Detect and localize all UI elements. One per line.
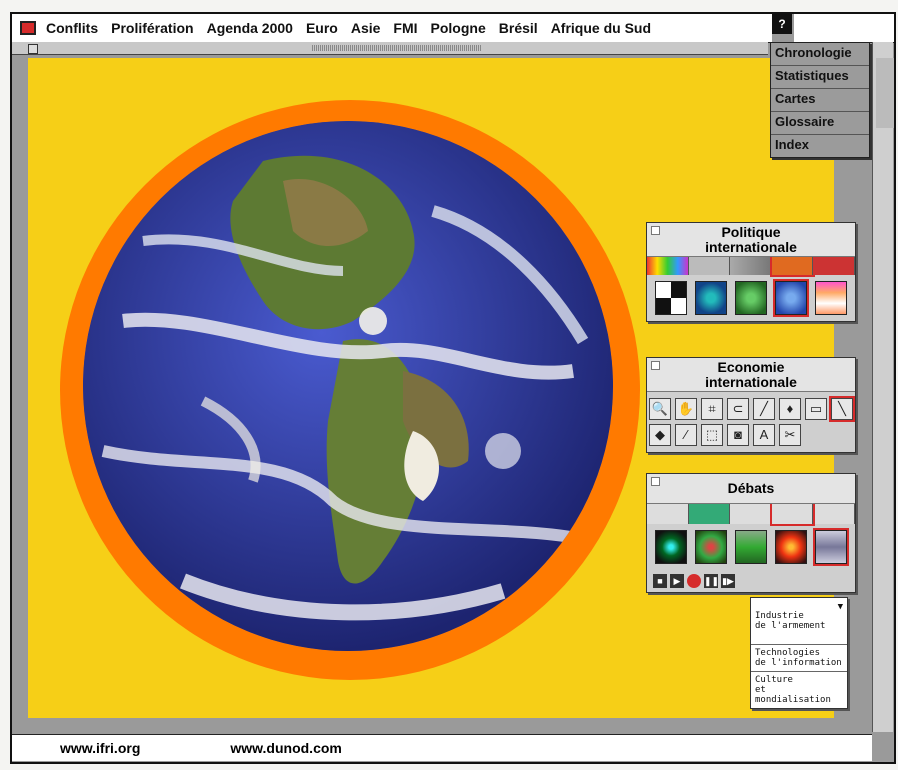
chevron-down-icon[interactable]: ▼ xyxy=(838,602,843,612)
menu-bar-extension xyxy=(794,14,894,43)
palette-close-icon[interactable] xyxy=(651,361,660,370)
menu-asie[interactable]: Asie xyxy=(351,20,381,36)
playback-controls: ■ ▶ ❚❚ ▮▶ xyxy=(647,570,855,592)
palette-title-bar[interactable]: Politique internationale xyxy=(647,223,855,257)
scissors-icon[interactable]: ✂ xyxy=(779,424,801,446)
link-dunod[interactable]: www.dunod.com xyxy=(230,740,341,756)
menu-euro[interactable]: Euro xyxy=(306,20,338,36)
stop-icon[interactable]: ■ xyxy=(653,574,667,588)
close-box-icon[interactable] xyxy=(28,44,38,54)
title-bar-grip xyxy=(312,45,482,51)
menu-afrique-du-sud[interactable]: Afrique du Sud xyxy=(551,20,651,36)
popup-item-label: Industrie de l'armement xyxy=(755,611,826,631)
image-thumb-document[interactable] xyxy=(813,528,849,566)
palette-title-line2: internationale xyxy=(705,374,797,390)
palette-title-line1: Economie xyxy=(717,359,785,375)
tab-texture-red[interactable] xyxy=(813,257,855,275)
image-thumb-flowers[interactable] xyxy=(695,530,727,564)
menu-item-statistiques[interactable]: Statistiques xyxy=(771,66,869,89)
swatch-peach[interactable] xyxy=(815,281,847,315)
menu-item-index[interactable]: Index xyxy=(771,135,869,157)
palette-economie-internationale: Economie internationale 🔍 ✋ ⌗ ⊂ ╱ ♦ ▭ ╲ … xyxy=(646,357,856,453)
bucket-icon[interactable]: ◆ xyxy=(649,424,671,446)
window-title-bar[interactable] xyxy=(12,42,768,55)
swatch-blue[interactable] xyxy=(773,279,809,317)
palette-title: Débats xyxy=(727,480,775,496)
tab-gradient[interactable] xyxy=(730,257,772,275)
image-thumb-fireworks[interactable] xyxy=(655,530,687,564)
menu-bresil[interactable]: Brésil xyxy=(499,20,538,36)
tab-color-spectrum[interactable] xyxy=(647,257,689,275)
link-ifri[interactable]: www.ifri.org xyxy=(60,740,140,756)
debats-tabs xyxy=(647,502,855,526)
lasso-icon[interactable]: ⊂ xyxy=(727,398,749,420)
pen-icon[interactable]: ♦ xyxy=(779,398,801,420)
brush-icon[interactable]: ╲ xyxy=(829,396,855,422)
eyedropper-icon[interactable]: ∕ xyxy=(675,424,697,446)
tab-texture-gray[interactable] xyxy=(688,257,731,275)
palette-debats: Débats ■ ▶ ❚❚ ▮▶ xyxy=(646,473,856,593)
palette-title-line1: Politique xyxy=(721,224,781,240)
tab-scroll-icon[interactable] xyxy=(769,502,816,526)
popup-item-industrie[interactable]: Industrie de l'armement ▼ xyxy=(751,598,847,645)
tab-frame-icon[interactable] xyxy=(730,504,772,524)
menu-proliferation[interactable]: Prolifération xyxy=(111,20,193,36)
help-menu-button[interactable]: ? xyxy=(772,14,792,34)
tab-brush-icon[interactable] xyxy=(813,504,855,524)
palette-title-bar[interactable]: Débats xyxy=(647,474,855,504)
swatch-green[interactable] xyxy=(735,281,767,315)
tab-plane-icon[interactable] xyxy=(688,504,731,524)
topic-popup-menu: Industrie de l'armement ▼ Technologies d… xyxy=(750,597,848,709)
pattern-tabs xyxy=(647,255,855,277)
hand-icon[interactable]: ✋ xyxy=(675,398,697,420)
text-tool-icon[interactable]: A xyxy=(753,424,775,446)
swatch-checker[interactable] xyxy=(655,281,687,315)
menu-item-glossaire[interactable]: Glossaire xyxy=(771,112,869,135)
menu-fmi[interactable]: FMI xyxy=(393,20,417,36)
palette-title-bar[interactable]: Economie internationale xyxy=(647,358,855,392)
pause-icon[interactable]: ❚❚ xyxy=(704,574,719,588)
palette-close-icon[interactable] xyxy=(651,226,660,235)
tool-grid: 🔍 ✋ ⌗ ⊂ ╱ ♦ ▭ ╲ ◆ ∕ ⬚ ◙ A ✂ xyxy=(647,392,855,452)
crop-icon[interactable]: ⌗ xyxy=(701,398,723,420)
palette-politique-internationale: Politique internationale xyxy=(646,222,856,322)
stamp-icon[interactable]: ◙ xyxy=(727,424,749,446)
menu-bar: Conflits Prolifération Agenda 2000 Euro … xyxy=(12,14,772,43)
swatch-row xyxy=(647,275,855,321)
menu-conflits[interactable]: Conflits xyxy=(46,20,98,36)
menu-pologne[interactable]: Pologne xyxy=(431,20,486,36)
play-icon[interactable]: ▶ xyxy=(670,574,684,588)
record-icon[interactable] xyxy=(687,574,701,588)
status-bar: www.ifri.org www.dunod.com xyxy=(12,734,872,761)
menu-item-chronologie[interactable]: Chronologie xyxy=(771,43,869,66)
palette-close-icon[interactable] xyxy=(651,477,660,486)
popup-item-technologies[interactable]: Technologies de l'information xyxy=(751,645,847,672)
menu-item-cartes[interactable]: Cartes xyxy=(771,89,869,112)
rectangle-icon[interactable]: ▭ xyxy=(805,398,827,420)
palette-title-line2: internationale xyxy=(705,239,797,255)
swatch-teal[interactable] xyxy=(695,281,727,315)
pencil-icon[interactable]: ╱ xyxy=(753,398,775,420)
tab-texture-orange[interactable] xyxy=(769,255,816,277)
popup-item-culture[interactable]: Culture et mondialisation xyxy=(751,672,847,708)
earth-globe-image xyxy=(83,121,613,651)
image-swatch-row xyxy=(647,524,855,570)
step-icon[interactable]: ▮▶ xyxy=(721,574,735,588)
side-panel-strip xyxy=(876,58,894,128)
help-dropdown-menu: Chronologie Statistiques Cartes Glossair… xyxy=(770,42,870,158)
image-thumb-landscape[interactable] xyxy=(735,530,767,564)
image-thumb-fire[interactable] xyxy=(775,530,807,564)
magnifier-icon[interactable]: 🔍 xyxy=(649,398,671,420)
menu-agenda-2000[interactable]: Agenda 2000 xyxy=(207,20,293,36)
vertical-scrollbar[interactable] xyxy=(872,42,893,732)
marquee-icon[interactable]: ⬚ xyxy=(701,424,723,446)
apple-menu-icon[interactable] xyxy=(20,21,36,35)
tab-cylinder-icon[interactable] xyxy=(647,504,689,524)
